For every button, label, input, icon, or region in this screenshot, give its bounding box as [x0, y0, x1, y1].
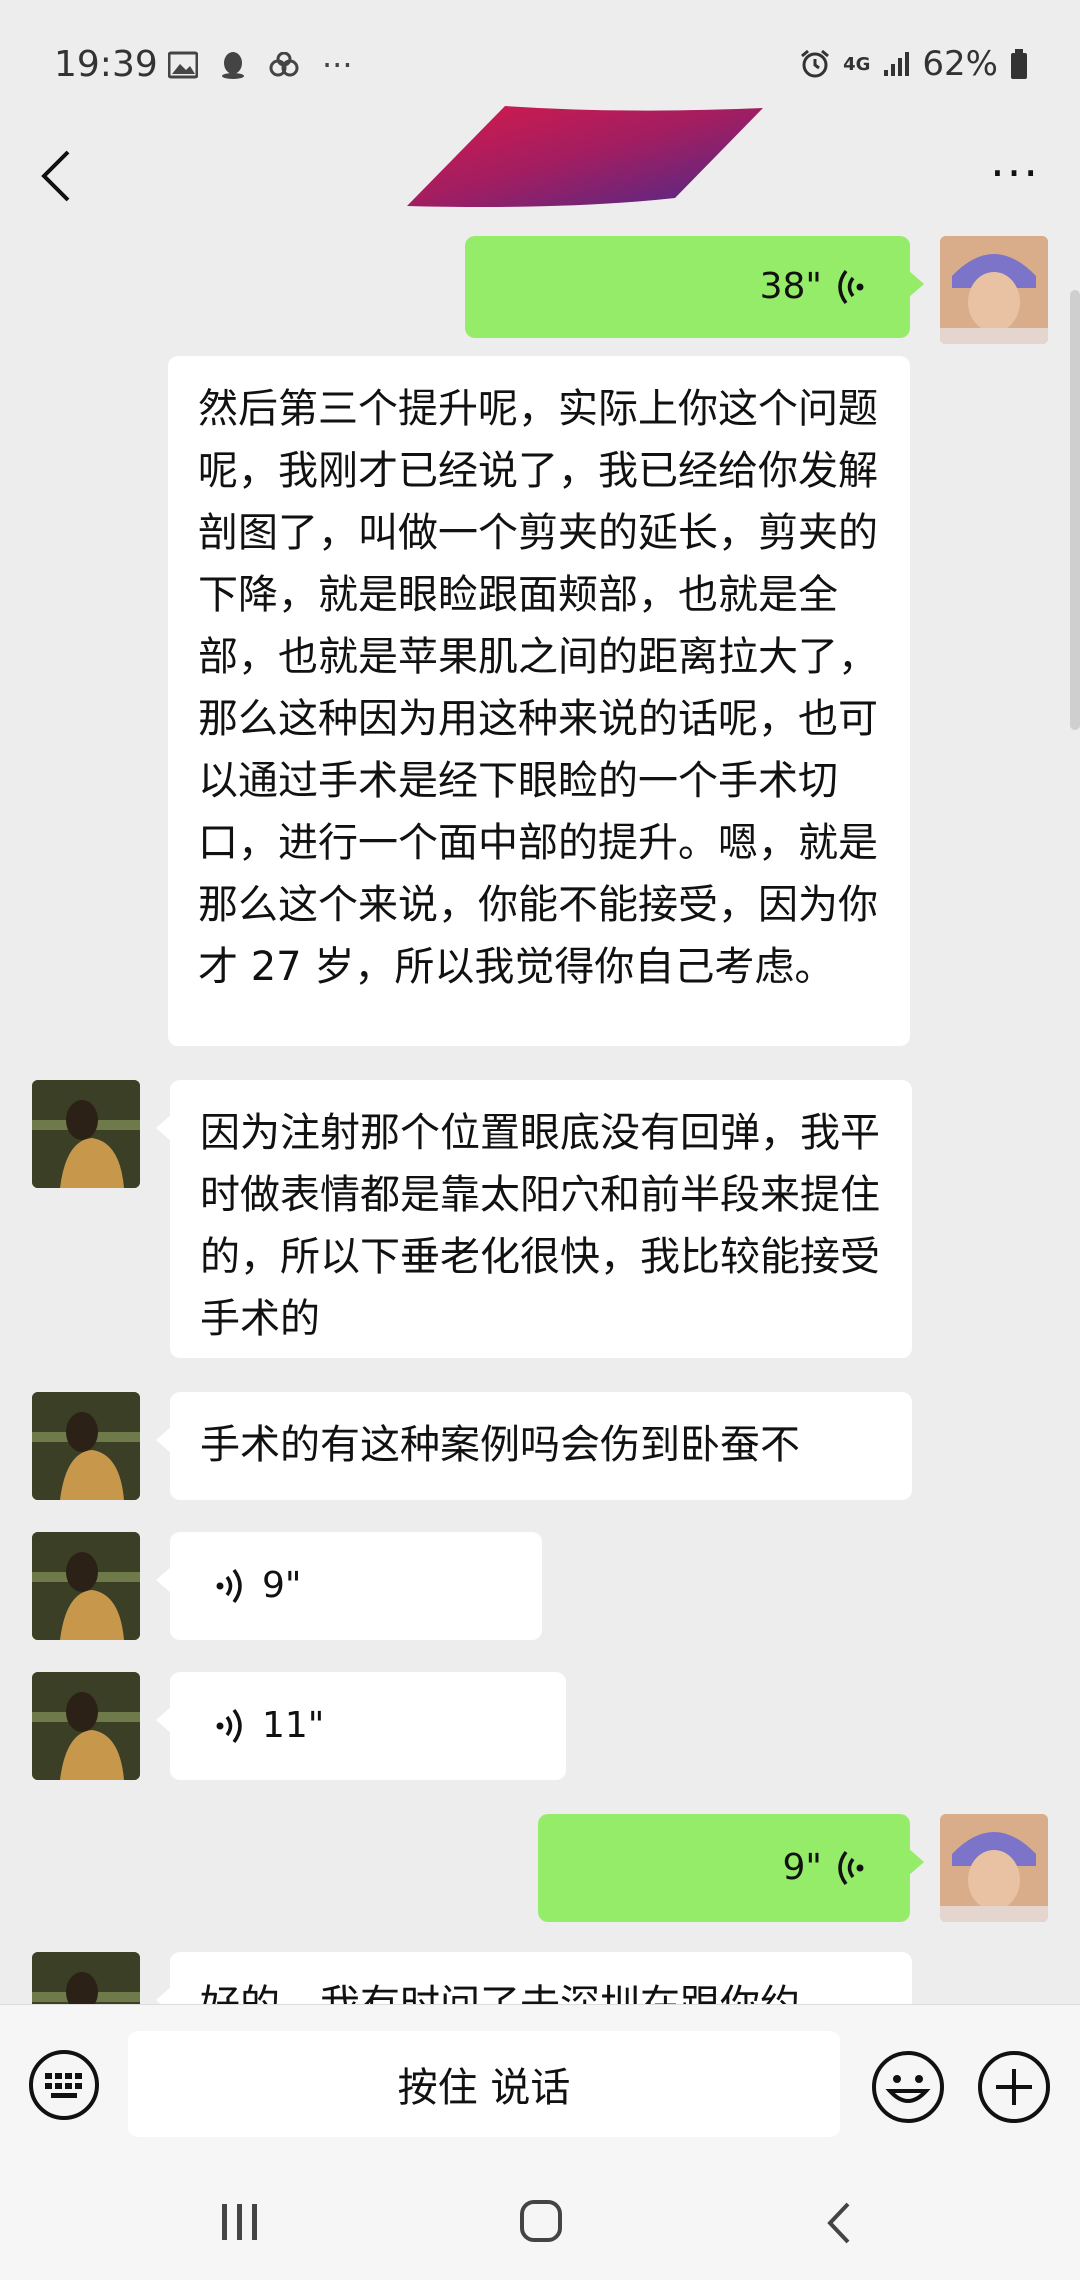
incoming-text-message[interactable]: 因为注射那个位置眼底没有回弹，我平时做表情都是靠太阳穴和前半段来提住的，所以下垂…	[156, 1080, 912, 1358]
nav-back-icon[interactable]	[824, 2200, 854, 2246]
more-options-icon[interactable]: ···	[990, 150, 1040, 196]
qq-icon	[222, 52, 244, 79]
system-nav-bar	[0, 2164, 1080, 2280]
self-avatar[interactable]	[940, 236, 1048, 344]
outgoing-voice-message[interactable]: 38"	[465, 236, 924, 338]
signal-icon	[884, 52, 910, 76]
hold-to-talk-button[interactable]: 按住 说话	[128, 2031, 840, 2137]
emoji-icon[interactable]	[870, 2049, 946, 2125]
voice-duration: 38"	[759, 266, 822, 307]
incoming-voice-message[interactable]: 11"	[156, 1672, 566, 1780]
transcript-text-message[interactable]: 然后第三个提升呢，实际上你这个问题呢，我刚才已经说了，我已经给你发解剖图了，叫做…	[168, 356, 910, 1046]
contact-avatar[interactable]	[32, 1080, 140, 1188]
voice-wave-icon	[838, 1850, 864, 1886]
scroll-indicator[interactable]	[1070, 290, 1080, 730]
home-icon[interactable]	[518, 2198, 564, 2244]
contact-avatar[interactable]	[32, 1672, 140, 1780]
status-time: 19:39	[54, 44, 158, 85]
message-text: 手术的有这种案例吗会伤到卧蚕不	[200, 1422, 800, 1468]
contact-avatar[interactable]	[32, 1392, 140, 1500]
voice-duration: 9"	[262, 1565, 302, 1606]
back-icon[interactable]	[34, 148, 78, 204]
voice-wave-icon	[838, 269, 864, 305]
alarm-icon	[801, 49, 830, 78]
keyboard-icon[interactable]	[28, 2049, 100, 2121]
voice-wave-icon	[216, 1568, 242, 1604]
voice-duration: 11"	[262, 1705, 325, 1746]
message-text: 然后第三个提升呢，实际上你这个问题呢，我刚才已经说了，我已经给你发解剖图了，叫做…	[198, 386, 878, 990]
incoming-voice-message[interactable]: 9"	[156, 1532, 542, 1640]
plus-icon[interactable]	[976, 2049, 1052, 2125]
status-more-icon: ···	[322, 46, 353, 84]
outgoing-voice-message[interactable]: 9"	[538, 1814, 924, 1922]
recent-apps-icon[interactable]	[216, 2200, 264, 2244]
voice-duration: 9"	[782, 1847, 822, 1888]
status-right: 4G 62%	[799, 44, 1028, 84]
status-notification-icons: ···	[168, 46, 353, 84]
contact-avatar[interactable]	[32, 1532, 140, 1640]
battery-icon	[1011, 49, 1027, 79]
self-avatar[interactable]	[940, 1814, 1048, 1922]
link-icon	[269, 52, 299, 77]
battery-level: 62%	[922, 44, 998, 84]
gallery-icon	[168, 51, 198, 79]
input-bar: 按住 说话	[0, 2004, 1080, 2165]
network-type: 4G	[843, 53, 871, 75]
incoming-text-message[interactable]: 手术的有这种案例吗会伤到卧蚕不	[156, 1392, 912, 1500]
message-text: 因为注射那个位置眼底没有回弹，我平时做表情都是靠太阳穴和前半段来提住的，所以下垂…	[200, 1110, 880, 1342]
redacted-chat-title	[407, 106, 763, 207]
voice-wave-icon	[216, 1708, 242, 1744]
